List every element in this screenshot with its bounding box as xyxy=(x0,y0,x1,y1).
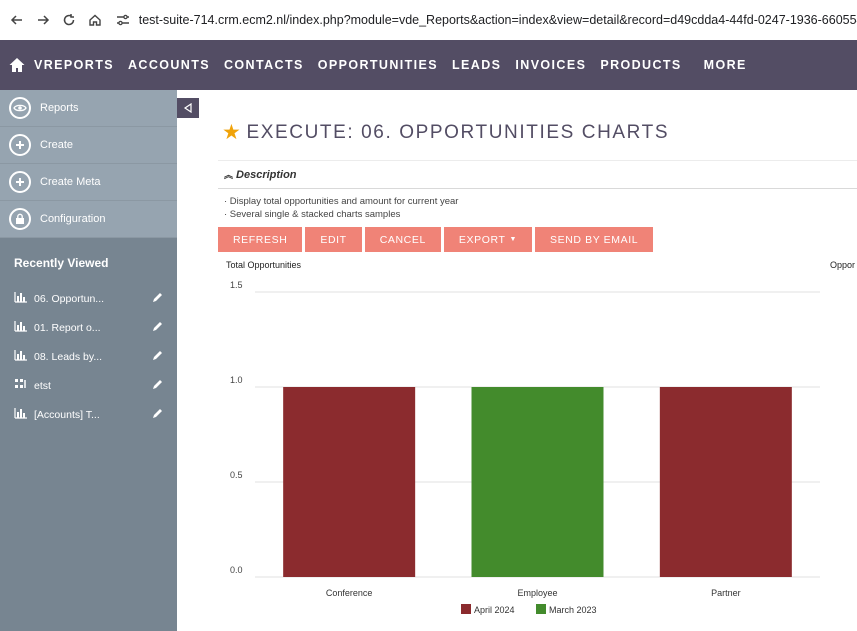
sidebar-action-create[interactable]: Create xyxy=(0,127,177,164)
site-settings-icon[interactable] xyxy=(114,10,133,30)
action-buttons: REFRESH EDIT CANCEL EXPORT ▼ SEND BY EMA… xyxy=(218,227,656,252)
bar-chart-icon xyxy=(14,349,28,364)
recent-item-label: 01. Report o... xyxy=(34,321,101,334)
nav-invoices[interactable]: INVOICES xyxy=(515,58,586,72)
sidebar-action-create-meta[interactable]: Create Meta xyxy=(0,164,177,201)
x-tick-label: Partner xyxy=(711,588,741,598)
x-tick-label: Conference xyxy=(326,588,373,598)
address-bar[interactable]: test-suite-714.crm.ecm2.nl/index.php?mod… xyxy=(114,6,857,34)
eye-icon xyxy=(9,97,31,119)
nav-opportunities[interactable]: OPPORTUNITIES xyxy=(318,58,438,72)
edit-pencil-icon[interactable] xyxy=(152,350,163,364)
recent-item-label: [Accounts] T... xyxy=(34,408,100,421)
description-line: · Display total opportunities and amount… xyxy=(224,196,459,207)
bar-partner xyxy=(659,387,792,577)
y-tick-label: 1.0 xyxy=(230,375,243,385)
y-tick-label: 0.5 xyxy=(230,470,243,480)
bar-employee xyxy=(471,387,604,577)
recent-item-label: 06. Opportun... xyxy=(34,292,105,305)
sidebar-action-label: Create xyxy=(40,139,74,151)
export-label: EXPORT xyxy=(458,233,506,246)
nav-vreports[interactable]: VREPORTS xyxy=(34,58,114,72)
nav-products[interactable]: PRODUCTS xyxy=(600,58,681,72)
send-by-email-button[interactable]: SEND BY EMAIL xyxy=(535,227,654,252)
recent-item[interactable]: [Accounts] T... xyxy=(0,400,177,429)
description-text: · Display total opportunities and amount… xyxy=(224,195,458,221)
back-icon[interactable] xyxy=(4,7,30,33)
reload-icon[interactable] xyxy=(56,7,82,33)
chart-title: Total Opportunities xyxy=(226,260,302,270)
legend-swatch xyxy=(536,604,546,614)
bar-chart: 0.0 0.5 1.0 1.5 Conference Employee Partner Apr… xyxy=(230,280,820,615)
sidebar-action-label: Create Meta xyxy=(40,176,101,188)
browser-toolbar: test-suite-714.crm.ecm2.nl/index.php?mod… xyxy=(0,0,857,40)
triangle-left-icon xyxy=(183,103,192,113)
recent-item[interactable]: 01. Report o... xyxy=(0,313,177,342)
description-label: Description xyxy=(236,168,297,181)
x-tick-label: Employee xyxy=(517,588,557,598)
legend-label: March 2023 xyxy=(549,605,597,615)
nav-accounts[interactable]: ACCOUNTS xyxy=(128,58,210,72)
recent-item[interactable]: 06. Opportun... xyxy=(0,284,177,313)
recent-item[interactable]: 08. Leads by... xyxy=(0,342,177,371)
recent-item-label: 08. Leads by... xyxy=(34,350,103,363)
legend-swatch xyxy=(461,604,471,614)
home-icon[interactable] xyxy=(82,7,108,33)
bar-chart-icon xyxy=(14,291,28,306)
caret-down-icon: ▼ xyxy=(509,236,518,243)
y-tick-label: 0.0 xyxy=(230,565,243,575)
sidebar-action-label: Configuration xyxy=(40,213,106,225)
edit-pencil-icon[interactable] xyxy=(152,292,163,306)
main-content: ★ EXECUTE: 06. OPPORTUNITIES CHARTS ︽ De… xyxy=(210,90,857,631)
bar-chart-icon xyxy=(14,320,28,335)
nav-contacts[interactable]: CONTACTS xyxy=(224,58,304,72)
bar-conference xyxy=(283,387,416,577)
top-navigation: VREPORTS ACCOUNTS CONTACTS OPPORTUNITIES… xyxy=(0,40,857,90)
plus-icon xyxy=(9,171,31,193)
sidebar-action-label: Reports xyxy=(40,102,79,114)
edit-pencil-icon[interactable] xyxy=(152,379,163,393)
nav-leads[interactable]: LEADS xyxy=(452,58,501,72)
sidebar-action-reports[interactable]: Reports xyxy=(0,90,177,127)
grid-chart-icon xyxy=(14,378,28,393)
lock-icon xyxy=(9,208,31,230)
sidebar-action-configuration[interactable]: Configuration xyxy=(0,201,177,238)
refresh-button[interactable]: REFRESH xyxy=(218,227,303,252)
cancel-button[interactable]: CANCEL xyxy=(364,227,441,252)
description-toggle[interactable]: ︽ Description xyxy=(218,160,857,189)
legend-label: April 2024 xyxy=(474,605,515,615)
star-icon[interactable]: ★ xyxy=(222,120,242,145)
chevron-up-icon: ︽ xyxy=(224,170,234,180)
description-line: · Several single & stacked charts sample… xyxy=(224,209,401,220)
crm-home-icon[interactable] xyxy=(2,40,32,90)
y-tick-label: 1.5 xyxy=(230,280,243,290)
sidebar: Reports Create Create Meta Configuration… xyxy=(0,90,177,631)
nav-more[interactable]: MORE xyxy=(704,58,747,72)
edit-pencil-icon[interactable] xyxy=(152,408,163,422)
collapse-sidebar-button[interactable] xyxy=(177,98,199,118)
second-chart-title: Oppor xyxy=(830,260,856,270)
recently-viewed-heading: Recently Viewed xyxy=(14,256,109,270)
page-title-text: EXECUTE: 06. OPPORTUNITIES CHARTS xyxy=(246,121,670,143)
plus-icon xyxy=(9,134,31,156)
page-title: ★ EXECUTE: 06. OPPORTUNITIES CHARTS xyxy=(222,120,669,145)
edit-button[interactable]: EDIT xyxy=(305,227,362,252)
export-button[interactable]: EXPORT ▼ xyxy=(443,227,533,252)
recent-item-label: etst xyxy=(34,379,51,392)
bar-chart-icon xyxy=(14,407,28,422)
forward-icon[interactable] xyxy=(30,7,56,33)
edit-pencil-icon[interactable] xyxy=(152,321,163,335)
url-text: test-suite-714.crm.ecm2.nl/index.php?mod… xyxy=(138,13,857,27)
recent-item[interactable]: etst xyxy=(0,371,177,400)
